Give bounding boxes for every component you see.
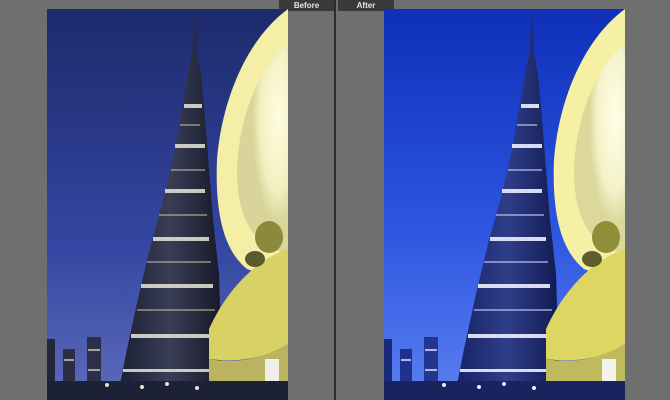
before-pane: Before <box>0 0 335 400</box>
after-photo[interactable] <box>384 9 625 400</box>
before-photo[interactable] <box>47 9 288 400</box>
after-pane: After <box>336 0 670 400</box>
before-photo-image <box>47 9 288 400</box>
after-photo-image <box>384 9 625 400</box>
